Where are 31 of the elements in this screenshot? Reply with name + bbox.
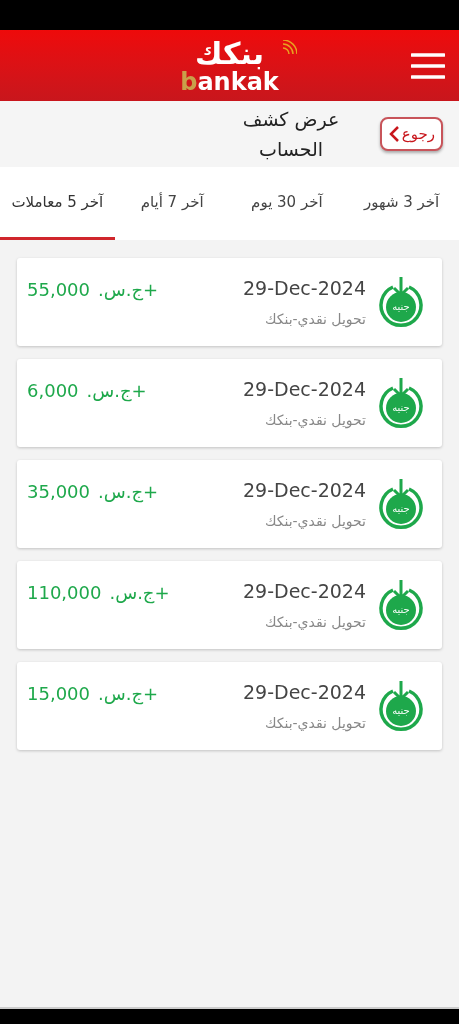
- menu-icon[interactable]: [411, 52, 445, 79]
- amount-value: 110,000: [27, 581, 102, 605]
- transaction-date: 29-Dec-2024: [243, 680, 366, 706]
- chevron-icon: [387, 125, 400, 143]
- transaction-date: 29-Dec-2024: [243, 276, 366, 302]
- amount-value: 6,000: [27, 379, 79, 403]
- amount-value: 35,000: [27, 480, 90, 504]
- currency-label: +ج.س.: [86, 379, 147, 404]
- transaction-date: 29-Dec-2024: [243, 377, 366, 403]
- period-tab[interactable]: آخر 30 يوم: [229, 167, 345, 240]
- transaction-date: 29-Dec-2024: [243, 478, 366, 504]
- transaction-description: تحويل نقدي-بنكك: [263, 511, 366, 532]
- currency-label: +ج.س.: [109, 581, 170, 606]
- period-tab[interactable]: آخر 3 شهور: [344, 167, 459, 240]
- signal-icon: [280, 39, 297, 56]
- period-tab[interactable]: آخر 7 أيام: [114, 167, 230, 240]
- back-button[interactable]: رجوع: [379, 117, 443, 151]
- amount-value: 55,000: [27, 278, 90, 302]
- page-title: عرض كشف الحساب: [241, 107, 341, 162]
- period-tab[interactable]: آخر 5 معاملات: [0, 167, 115, 240]
- transaction-description: تحويل نقدي-بنكك: [263, 309, 366, 330]
- logo-arabic: بنكك: [195, 37, 264, 70]
- transaction-description: تحويل نقدي-بنكك: [263, 612, 366, 633]
- currency-label: +ج.س.: [98, 278, 159, 303]
- currency-label: +ج.س.: [98, 682, 159, 707]
- transaction-date: 29-Dec-2024: [243, 579, 366, 605]
- transaction-description: تحويل نقدي-بنكك: [263, 410, 366, 431]
- transaction-description: تحويل نقدي-بنكك: [263, 713, 366, 734]
- amount-value: 15,000: [27, 682, 90, 706]
- currency-label: +ج.س.: [98, 480, 159, 505]
- logo-latin: bankak: [180, 69, 279, 94]
